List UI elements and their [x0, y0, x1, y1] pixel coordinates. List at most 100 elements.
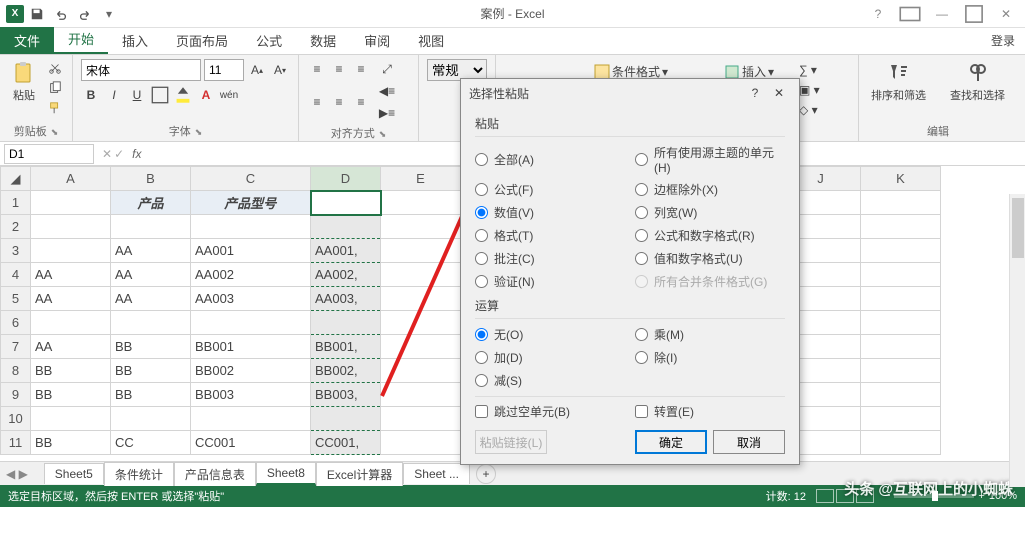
cell[interactable] — [861, 263, 941, 287]
cell[interactable]: BB003, — [311, 383, 381, 407]
radio-all[interactable]: 全部(A) — [475, 143, 625, 176]
align-center-icon[interactable]: ≡ — [329, 92, 349, 112]
cancel-button[interactable]: 取消 — [713, 430, 785, 454]
find-select-button[interactable]: 查找和选择 — [946, 59, 1009, 105]
enter-formula-icon[interactable]: ✓ — [114, 147, 124, 161]
sheet-nav[interactable]: ◀ ▶ — [0, 467, 34, 481]
row-header[interactable]: 1 — [1, 191, 31, 215]
cell[interactable] — [311, 311, 381, 335]
tab-formulas[interactable]: 公式 — [242, 27, 296, 54]
cell[interactable] — [381, 263, 461, 287]
row-header[interactable]: 6 — [1, 311, 31, 335]
cell[interactable]: AA — [31, 335, 111, 359]
dialog-help-icon[interactable]: ? — [743, 83, 767, 103]
maximize-icon[interactable] — [961, 3, 987, 25]
zoom-in-icon[interactable]: + — [978, 490, 984, 502]
radio-values[interactable]: 数值(V) — [475, 203, 625, 222]
col-header[interactable]: B — [111, 167, 191, 191]
zoom-out-icon[interactable]: − — [884, 490, 890, 502]
cell[interactable] — [861, 311, 941, 335]
radio-formulas-num[interactable]: 公式和数字格式(R) — [635, 226, 785, 245]
cell[interactable] — [861, 215, 941, 239]
row-header[interactable]: 11 — [1, 431, 31, 455]
cell[interactable] — [861, 239, 941, 263]
cell[interactable]: 产品型号 — [191, 191, 311, 215]
check-transpose[interactable]: 转置(E) — [635, 403, 785, 420]
font-name-input[interactable] — [81, 59, 201, 81]
indent-increase-icon[interactable]: ▶≡ — [377, 103, 397, 123]
increase-font-icon[interactable]: A▴ — [247, 60, 267, 80]
qat-dropdown-icon[interactable]: ▾ — [98, 3, 120, 25]
border-icon[interactable] — [150, 85, 170, 105]
cell[interactable]: BB001 — [191, 335, 311, 359]
tab-view[interactable]: 视图 — [404, 27, 458, 54]
cell[interactable]: AA — [31, 263, 111, 287]
cell[interactable] — [861, 431, 941, 455]
login-link[interactable]: 登录 — [991, 32, 1015, 49]
cell[interactable] — [861, 287, 941, 311]
radio-op-sub[interactable]: 减(S) — [475, 371, 625, 390]
check-skip-blanks[interactable]: 跳过空单元(B) — [475, 403, 625, 420]
cell[interactable] — [111, 407, 191, 431]
radio-op-div[interactable]: 除(I) — [635, 348, 785, 367]
indent-decrease-icon[interactable]: ◀≡ — [377, 81, 397, 101]
cell[interactable]: BB002, — [311, 359, 381, 383]
format-painter-icon[interactable] — [46, 99, 64, 117]
ok-button[interactable]: 确定 — [635, 430, 707, 454]
ribbon-options-icon[interactable] — [897, 3, 923, 25]
tab-layout[interactable]: 页面布局 — [162, 27, 242, 54]
cell[interactable] — [381, 191, 461, 215]
col-header[interactable]: A — [31, 167, 111, 191]
vertical-scrollbar[interactable] — [1009, 194, 1025, 487]
cell[interactable] — [381, 431, 461, 455]
cell[interactable] — [381, 215, 461, 239]
cell[interactable] — [311, 407, 381, 431]
radio-comments[interactable]: 批注(C) — [475, 249, 625, 268]
cell[interactable] — [31, 311, 111, 335]
cell[interactable] — [381, 239, 461, 263]
italic-button[interactable]: I — [104, 85, 124, 105]
sheet-tab[interactable]: 产品信息表 — [174, 462, 256, 486]
font-dialog-launcher[interactable]: ⬊ — [195, 127, 203, 137]
name-box[interactable] — [4, 144, 94, 164]
phonetic-icon[interactable]: wén — [219, 85, 239, 105]
close-icon[interactable]: ✕ — [993, 3, 1019, 25]
cell[interactable] — [191, 311, 311, 335]
radio-col-width[interactable]: 列宽(W) — [635, 203, 785, 222]
autosum-icon[interactable]: ∑ ▾ — [795, 61, 824, 79]
col-header[interactable]: E — [381, 167, 461, 191]
cell[interactable] — [381, 311, 461, 335]
underline-button[interactable]: U — [127, 85, 147, 105]
cell[interactable]: BB — [31, 431, 111, 455]
cut-icon[interactable] — [46, 59, 64, 77]
help-icon[interactable]: ? — [865, 3, 891, 25]
col-header[interactable]: C — [191, 167, 311, 191]
zoom-value[interactable]: 100% — [989, 490, 1017, 502]
cell[interactable]: AA003 — [191, 287, 311, 311]
save-icon[interactable] — [26, 3, 48, 25]
cell[interactable]: 产品 — [111, 191, 191, 215]
font-color-icon[interactable]: A — [196, 85, 216, 105]
redo-icon[interactable] — [74, 3, 96, 25]
sort-filter-button[interactable]: 排序和筛选 — [867, 59, 930, 105]
cell[interactable]: BB002 — [191, 359, 311, 383]
radio-all-theme[interactable]: 所有使用源主题的单元(H) — [635, 143, 785, 176]
fill-color-icon[interactable] — [173, 85, 193, 105]
bold-button[interactable]: B — [81, 85, 101, 105]
radio-op-none[interactable]: 无(O) — [475, 325, 625, 344]
align-middle-icon[interactable]: ≡ — [329, 59, 349, 79]
cell[interactable]: CC001 — [191, 431, 311, 455]
cell[interactable] — [311, 191, 381, 215]
cell[interactable]: AA — [31, 287, 111, 311]
clipboard-dialog-launcher[interactable]: ⬊ — [51, 127, 59, 137]
view-pagebreak-icon[interactable] — [856, 489, 874, 503]
cell[interactable]: BB — [31, 383, 111, 407]
col-header[interactable]: K — [861, 167, 941, 191]
sheet-tab[interactable]: Excel计算器 — [316, 462, 403, 486]
cell[interactable] — [111, 215, 191, 239]
cell[interactable] — [861, 407, 941, 431]
cell[interactable]: AA002 — [191, 263, 311, 287]
cell[interactable] — [111, 311, 191, 335]
cell[interactable] — [191, 215, 311, 239]
cell[interactable]: BB003 — [191, 383, 311, 407]
